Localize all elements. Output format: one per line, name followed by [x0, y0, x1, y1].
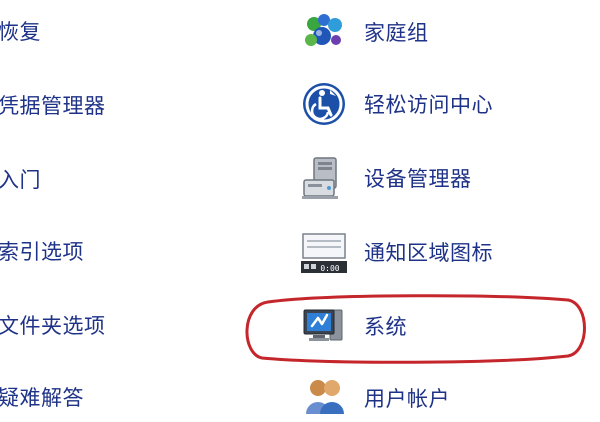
control-panel-item-homegroup[interactable]: 家庭组	[300, 8, 429, 56]
ease-of-access-icon	[300, 80, 348, 128]
control-panel-item-folder-options[interactable]: 文件夹选项	[0, 310, 106, 340]
control-panel-item-device-manager[interactable]: 设备管理器	[300, 154, 472, 202]
highlight-annotation-ellipse	[238, 292, 590, 364]
control-panel-item-system[interactable]: 系统	[300, 302, 407, 350]
item-label: 家庭组	[364, 21, 429, 45]
control-panel-item-indexing-options[interactable]: 索引选项	[0, 236, 84, 266]
control-panel-item-recovery[interactable]: 恢复	[0, 16, 41, 46]
item-label: 恢复	[0, 20, 41, 44]
tray-clock-text: 0:00	[320, 264, 339, 273]
user-accounts-icon	[300, 374, 348, 422]
item-label: 入门	[0, 168, 41, 192]
item-label: 凭据管理器	[0, 94, 106, 118]
system-icon	[300, 302, 348, 350]
item-label: 文件夹选项	[0, 314, 106, 338]
item-label: 疑难解答	[0, 386, 84, 410]
control-panel-item-troubleshooting[interactable]: 疑难解答	[0, 382, 84, 412]
control-panel-item-notification-area-icons[interactable]: 0:00 通知区域图标	[300, 228, 493, 276]
item-label: 索引选项	[0, 240, 84, 264]
item-label: 设备管理器	[364, 167, 472, 191]
control-panel-item-user-accounts[interactable]: 用户帐户	[300, 374, 450, 422]
control-panel-item-ease-of-access-center[interactable]: 轻松访问中心	[300, 80, 493, 128]
control-panel-item-credential-manager[interactable]: 凭据管理器	[0, 90, 106, 120]
item-label: 轻松访问中心	[364, 93, 493, 117]
item-label: 用户帐户	[364, 387, 450, 411]
device-manager-icon	[300, 154, 348, 202]
control-panel-item-getting-started[interactable]: 入门	[0, 164, 41, 194]
item-label: 通知区域图标	[364, 241, 493, 265]
homegroup-icon	[300, 8, 348, 56]
item-label: 系统	[364, 315, 407, 339]
notification-area-icon: 0:00	[300, 228, 348, 276]
